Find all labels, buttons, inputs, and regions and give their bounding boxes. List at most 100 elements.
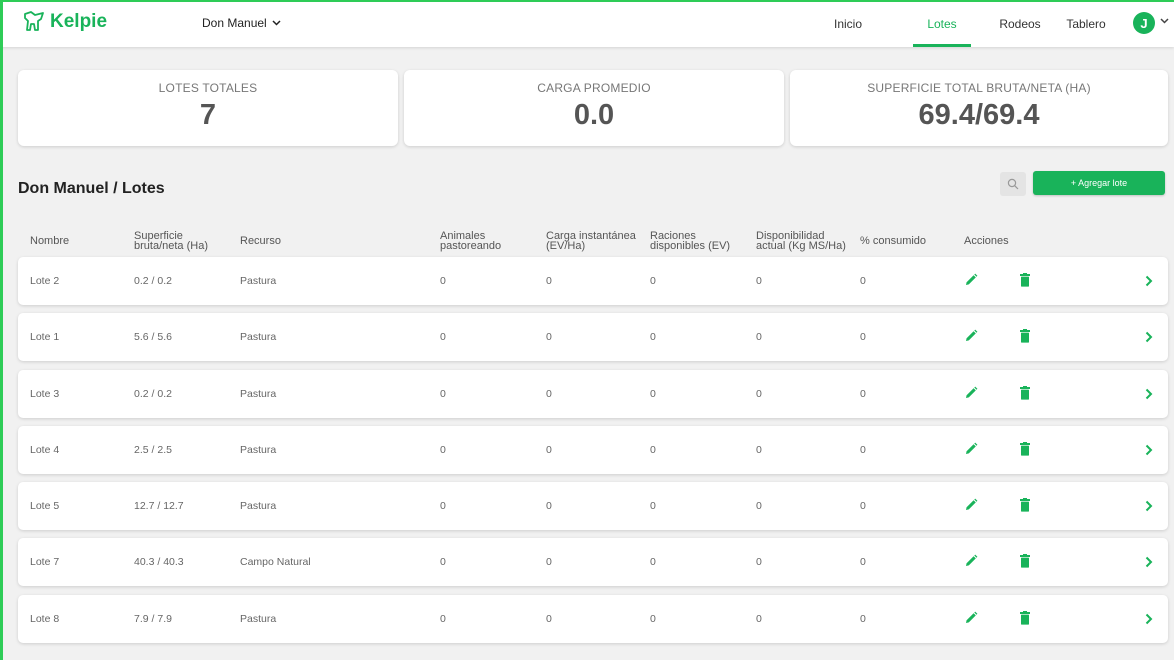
cell-consumido: 0 (860, 275, 866, 287)
trash-delete-icon[interactable] (1019, 498, 1031, 512)
cell-disponibilidad: 0 (756, 500, 762, 512)
cell-superficie: 0.2 / 0.2 (134, 275, 172, 287)
pencil-edit-icon[interactable] (964, 273, 978, 287)
cell-disponibilidad: 0 (756, 275, 762, 287)
col-nombre: Nombre (30, 235, 70, 247)
chevron-down-icon[interactable] (1160, 18, 1169, 24)
cell-consumido: 0 (860, 331, 866, 343)
chevron-right-icon[interactable] (1145, 331, 1153, 343)
chevron-right-icon[interactable] (1145, 556, 1153, 568)
col-carga: Carga instantánea (EV/Ha) (546, 230, 636, 252)
add-lote-button[interactable]: + Agregar lote (1033, 171, 1165, 195)
pencil-edit-icon[interactable] (964, 442, 978, 456)
cell-consumido: 0 (860, 613, 866, 625)
stat-value: 0.0 (573, 99, 615, 131)
chevron-right-icon[interactable] (1145, 500, 1153, 512)
cell-recurso: Campo Natural (240, 556, 311, 568)
pencil-edit-icon[interactable] (964, 386, 978, 400)
cell-nombre: Lote 7 (30, 556, 60, 568)
nav-label: Rodeos (999, 16, 1041, 31)
pencil-edit-icon[interactable] (964, 611, 978, 625)
cell-superficie: 0.2 / 0.2 (134, 388, 172, 400)
stat-card-carga-promedio: CARGA PROMEDIO 0.0 (404, 70, 784, 146)
brand-name: Kelpie (50, 11, 108, 32)
table-row[interactable]: Lote 2 0.2 / 0.2 Pastura 0 0 0 0 0 (18, 257, 1168, 305)
cell-consumido: 0 (860, 444, 866, 456)
cell-superficie: 7.9 / 7.9 (134, 613, 172, 625)
table-row[interactable]: Lote 5 12.7 / 12.7 Pastura 0 0 0 0 0 (18, 482, 1168, 530)
establishment-selector[interactable]: Don Manuel (202, 16, 281, 30)
cell-superficie: 5.6 / 5.6 (134, 331, 172, 343)
establishment-name: Don Manuel (202, 16, 267, 30)
cell-animales: 0 (440, 388, 446, 400)
cell-raciones: 0 (650, 275, 656, 287)
trash-delete-icon[interactable] (1019, 386, 1031, 400)
cell-recurso: Pastura (240, 275, 277, 287)
search-button[interactable] (1000, 172, 1026, 196)
col-superficie: Superficie bruta/neta (Ha) (134, 230, 208, 252)
cell-animales: 0 (440, 556, 446, 568)
magnifier-icon (1007, 178, 1019, 190)
cell-carga: 0 (546, 388, 552, 400)
pencil-edit-icon[interactable] (964, 554, 978, 568)
cell-disponibilidad: 0 (756, 388, 762, 400)
nav-label: Lotes (927, 16, 957, 31)
cell-recurso: Pastura (240, 444, 277, 456)
trash-delete-icon[interactable] (1019, 329, 1031, 343)
trash-delete-icon[interactable] (1019, 611, 1031, 625)
cell-animales: 0 (440, 331, 446, 343)
cell-disponibilidad: 0 (756, 331, 762, 343)
col-raciones: Raciones disponibles (EV) (650, 230, 731, 252)
nav-lotes[interactable]: Lotes (913, 0, 971, 47)
cell-carga: 0 (546, 613, 552, 625)
table-row[interactable]: Lote 1 5.6 / 5.6 Pastura 0 0 0 0 0 (18, 313, 1168, 361)
nav-label: Inicio (833, 16, 862, 31)
stat-label: LOTES TOTALES (158, 81, 258, 95)
trash-delete-icon[interactable] (1019, 273, 1031, 287)
cell-nombre: Lote 8 (30, 613, 60, 625)
nav-inicio[interactable]: Inicio (820, 0, 876, 47)
trash-delete-icon[interactable] (1019, 554, 1031, 568)
col-animales: Animales pastoreando (440, 230, 502, 252)
cell-carga: 0 (546, 500, 552, 512)
pencil-edit-icon[interactable] (964, 329, 978, 343)
cell-raciones: 0 (650, 500, 656, 512)
cell-animales: 0 (440, 613, 446, 625)
cell-nombre: Lote 4 (30, 444, 60, 456)
table-row[interactable]: Lote 3 0.2 / 0.2 Pastura 0 0 0 0 0 (18, 370, 1168, 418)
nav-rodeos[interactable]: Rodeos (992, 0, 1048, 47)
cell-recurso: Pastura (240, 500, 277, 512)
col-disponibilidad: Disponibilidad actual (Kg MS/Ha) (756, 230, 846, 252)
col-recurso: Recurso (240, 235, 281, 247)
chevron-right-icon[interactable] (1145, 444, 1153, 456)
cell-raciones: 0 (650, 556, 656, 568)
kelpie-logo-icon (24, 11, 44, 31)
chevron-right-icon[interactable] (1145, 275, 1153, 287)
brand-logo[interactable]: Kelpie (22, 11, 107, 33)
cell-raciones: 0 (650, 613, 656, 625)
cell-consumido: 0 (860, 556, 866, 568)
cell-disponibilidad: 0 (756, 613, 762, 625)
cell-carga: 0 (546, 556, 552, 568)
trash-delete-icon[interactable] (1019, 442, 1031, 456)
table-row[interactable]: Lote 8 7.9 / 7.9 Pastura 0 0 0 0 0 (18, 595, 1168, 643)
stat-label: SUPERFICIE TOTAL BRUTA/NETA (HA) (867, 81, 1091, 95)
chevron-right-icon[interactable] (1145, 613, 1153, 625)
page-title: Don Manuel / Lotes (18, 180, 165, 197)
cell-superficie: 12.7 / 12.7 (134, 500, 184, 512)
cell-carga: 0 (546, 331, 552, 343)
cell-animales: 0 (440, 275, 446, 287)
cell-carga: 0 (546, 444, 552, 456)
cell-consumido: 0 (860, 500, 866, 512)
user-avatar[interactable]: J (1133, 12, 1155, 34)
table-row[interactable]: Lote 7 40.3 / 40.3 Campo Natural 0 0 0 0 0 (18, 538, 1168, 586)
stat-card-superficie-total: SUPERFICIE TOTAL BRUTA/NETA (HA) 69.4/69… (790, 70, 1168, 146)
pencil-edit-icon[interactable] (964, 498, 978, 512)
cell-nombre: Lote 5 (30, 500, 60, 512)
cell-recurso: Pastura (240, 613, 277, 625)
nav-tablero[interactable]: Tablero (1058, 0, 1114, 47)
avatar-initial: J (1140, 15, 1148, 31)
chevron-right-icon[interactable] (1145, 388, 1153, 400)
table-row[interactable]: Lote 4 2.5 / 2.5 Pastura 0 0 0 0 0 (18, 426, 1168, 474)
cell-recurso: Pastura (240, 331, 277, 343)
